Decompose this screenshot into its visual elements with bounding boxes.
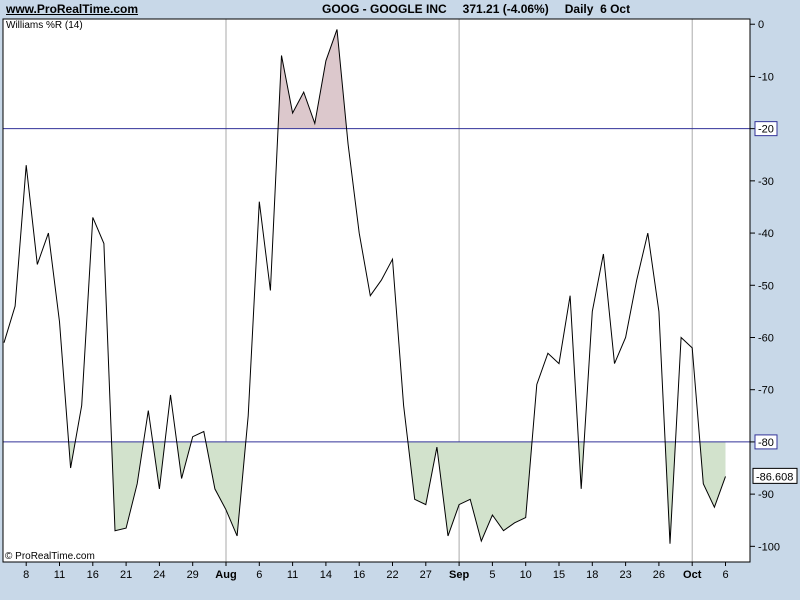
x-tick-label: 8 — [23, 569, 29, 581]
x-tick-label: 16 — [87, 569, 99, 581]
y-tick-label: -30 — [758, 176, 774, 188]
x-tick-label: Sep — [449, 569, 469, 581]
x-tick-label: 26 — [653, 569, 665, 581]
x-tick-label: 11 — [54, 569, 65, 581]
x-tick-label: 23 — [619, 569, 631, 581]
y-tick-label: -40 — [758, 228, 774, 240]
level-label: -80 — [758, 437, 774, 449]
x-tick-label: Oct — [683, 569, 702, 581]
y-tick-label: -90 — [758, 489, 774, 501]
indicator-title: Williams %R (14) — [6, 20, 83, 31]
last-value-label: -86.608 — [756, 471, 793, 483]
x-tick-label: 18 — [586, 569, 598, 581]
y-tick-label: 0 — [758, 19, 764, 31]
x-tick-label: 21 — [120, 569, 132, 581]
williams-r-chart: 0-10-30-40-50-60-70-90-100-20-80-86.608 … — [2, 18, 798, 581]
x-tick-label: Aug — [215, 569, 236, 581]
level-label: -20 — [758, 124, 774, 136]
x-tick-label: 5 — [489, 569, 495, 581]
x-tick-label: 6 — [256, 569, 262, 581]
x-tick-label: 22 — [386, 569, 398, 581]
x-tick-label: 29 — [187, 569, 199, 581]
y-tick-label: -100 — [758, 541, 780, 553]
y-tick-label: -10 — [758, 71, 774, 83]
y-tick-label: -70 — [758, 385, 774, 397]
x-tick-label: 10 — [520, 569, 532, 581]
y-tick-label: -50 — [758, 280, 774, 292]
x-tick-label: 27 — [420, 569, 432, 581]
x-tick-label: 6 — [722, 569, 728, 581]
copyright-text: © ProRealTime.com — [5, 551, 95, 562]
y-tick-label: -60 — [758, 332, 774, 344]
x-tick-label: 16 — [353, 569, 365, 581]
x-tick-label: 11 — [287, 569, 298, 581]
x-tick-label: 15 — [553, 569, 565, 581]
x-tick-label: 24 — [153, 569, 165, 581]
x-tick-label: 14 — [320, 569, 332, 581]
